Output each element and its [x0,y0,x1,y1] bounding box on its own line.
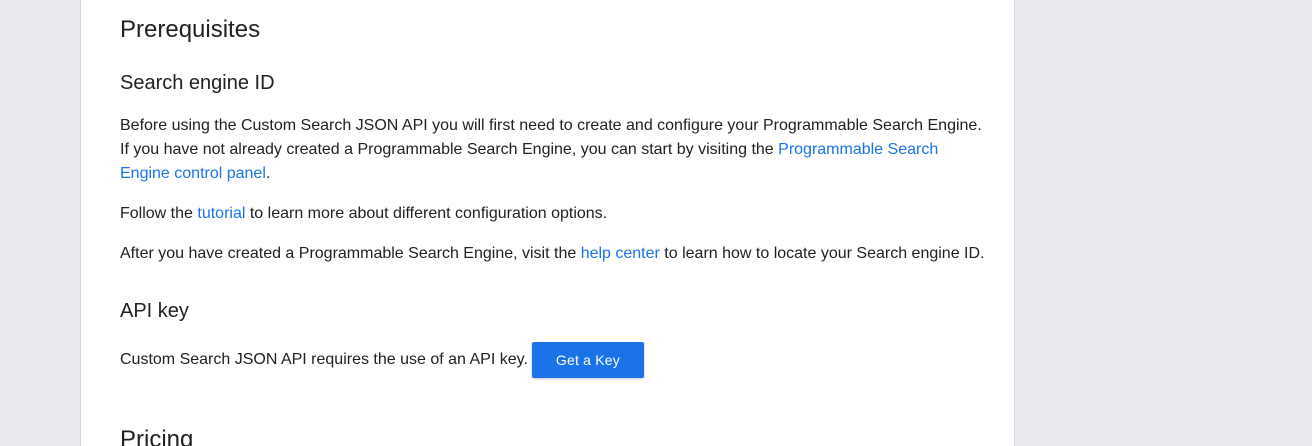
tutorial-link[interactable]: tutorial [197,205,245,222]
pricing-heading: Pricing [120,426,194,446]
paragraph-text: After you have created a Programmable Se… [120,245,581,262]
get-a-key-button[interactable]: Get a Key [531,342,644,378]
paragraph-text: . [265,165,271,182]
tutorial-paragraph: Follow the tutorial to learn more about … [120,202,990,226]
api-key-text: Custom Search JSON API requires the use … [120,351,528,368]
help-center-link[interactable]: help center [581,245,660,262]
help-center-paragraph: After you have created a Programmable Se… [120,242,990,266]
api-key-heading: API key [120,300,189,322]
paragraph-text: to learn how to locate your Search engin… [659,245,985,262]
page: Prerequisites Search engine ID Before us… [0,0,1312,446]
paragraph-text: Follow the [120,205,198,222]
search-engine-id-heading: Search engine ID [120,72,275,94]
paragraph-text: to learn more about different configurat… [245,205,608,222]
search-engine-intro-paragraph: Before using the Custom Search JSON API … [120,114,990,186]
api-key-row: Custom Search JSON API requires the use … [120,342,644,378]
content-card: Prerequisites Search engine ID Before us… [80,0,1015,446]
prerequisites-heading: Prerequisites [120,16,261,43]
